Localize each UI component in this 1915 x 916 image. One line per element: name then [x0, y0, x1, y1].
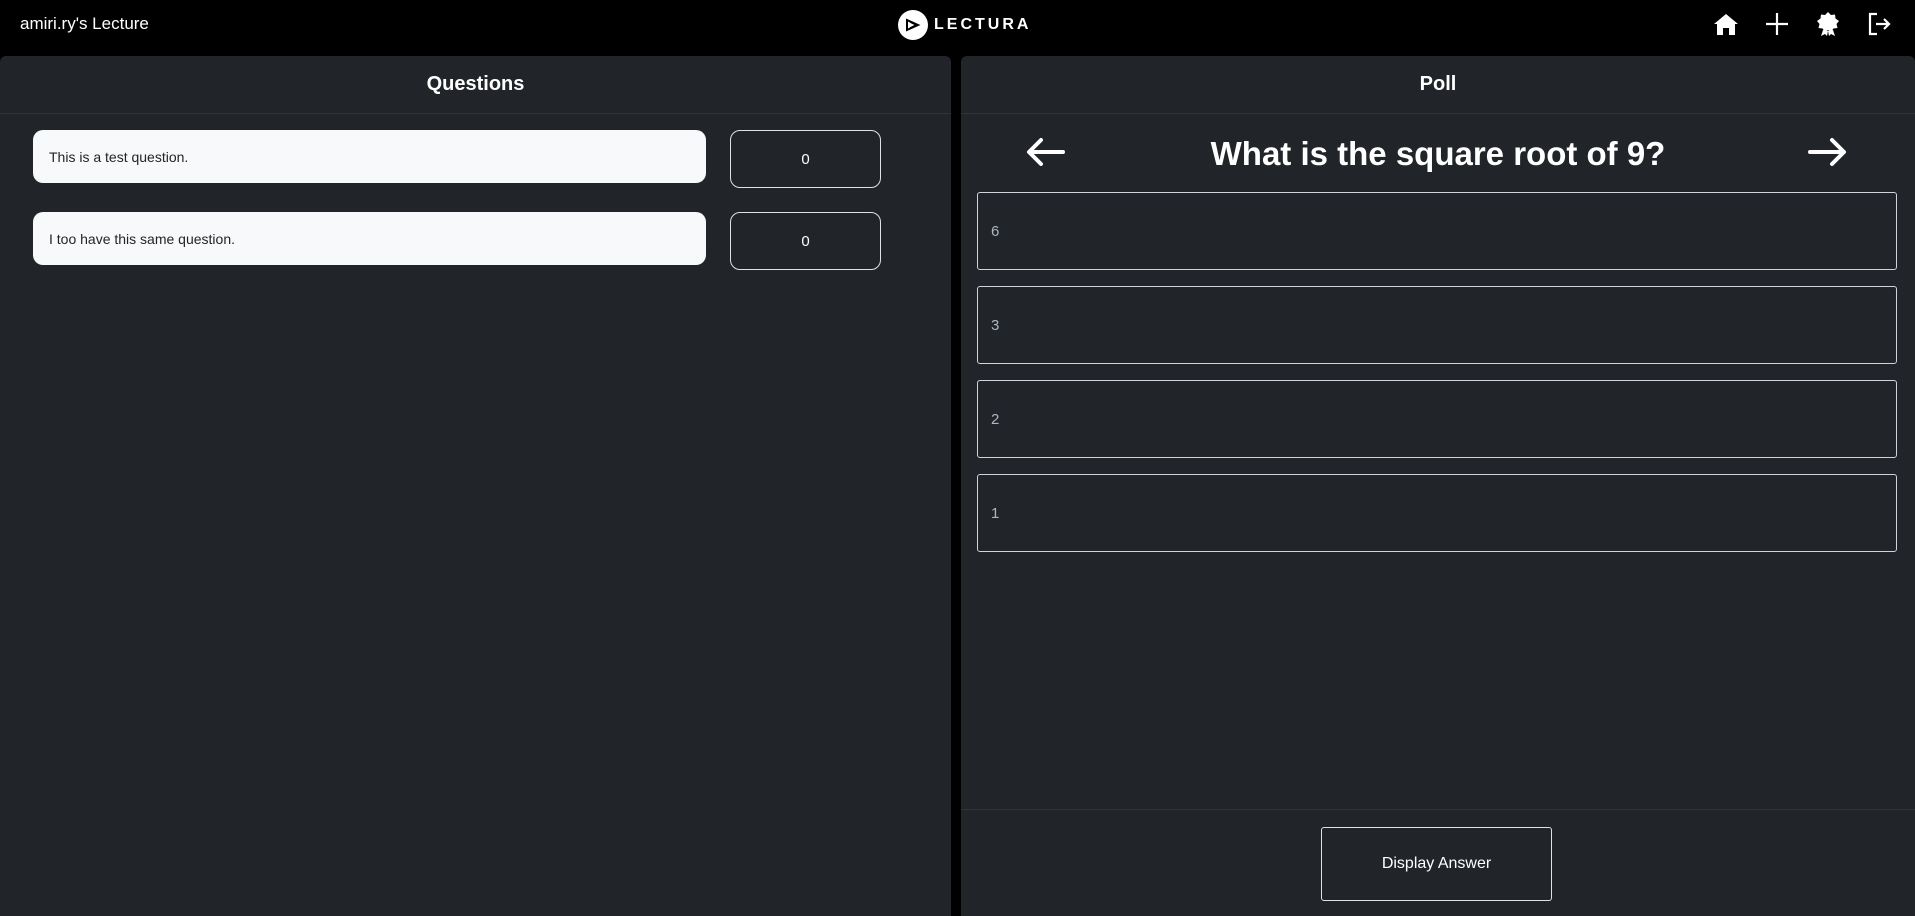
home-icon[interactable] — [1712, 10, 1740, 38]
display-answer-button[interactable]: Display Answer — [1321, 827, 1552, 901]
poll-panel-title: Poll — [961, 56, 1915, 114]
poll-footer: Display Answer — [961, 809, 1915, 916]
poll-option[interactable]: 2 — [977, 380, 1897, 458]
lectura-logo[interactable]: LECTURA — [898, 9, 1031, 41]
logout-icon[interactable] — [1865, 10, 1893, 38]
vote-count-button[interactable]: 0 — [730, 212, 881, 270]
previous-arrow-icon[interactable] — [1023, 134, 1067, 170]
questions-panel: Questions This is a test question. 0 I t… — [0, 56, 951, 916]
question-text: I too have this same question. — [33, 212, 706, 265]
poll-panel: Poll What is the square root of 9? 6 3 2… — [961, 56, 1915, 916]
top-bar: amiri.ry's Lecture LECTURA — [0, 0, 1915, 50]
plus-icon[interactable] — [1763, 10, 1791, 38]
vote-count-button[interactable]: 0 — [730, 130, 881, 188]
poll-question: What is the square root of 9? — [1210, 135, 1666, 172]
lecture-title: amiri.ry's Lecture — [20, 14, 149, 33]
poll-options: 6 3 2 1 — [977, 192, 1897, 568]
poll-option[interactable]: 3 — [977, 286, 1897, 364]
question-item: This is a test question. 0 — [33, 130, 881, 188]
poll-option[interactable]: 1 — [977, 474, 1897, 552]
next-arrow-icon[interactable] — [1806, 134, 1850, 170]
award-icon[interactable] — [1814, 10, 1842, 38]
question-item: I too have this same question. 0 — [33, 212, 881, 270]
logo-text: LECTURA — [934, 16, 1032, 33]
poll-navigation: What is the square root of 9? — [961, 124, 1915, 184]
questions-panel-title: Questions — [0, 56, 951, 114]
question-text: This is a test question. — [33, 130, 706, 183]
logo-badge-icon — [898, 10, 928, 40]
top-nav — [1712, 10, 1893, 38]
poll-option[interactable]: 6 — [977, 192, 1897, 270]
